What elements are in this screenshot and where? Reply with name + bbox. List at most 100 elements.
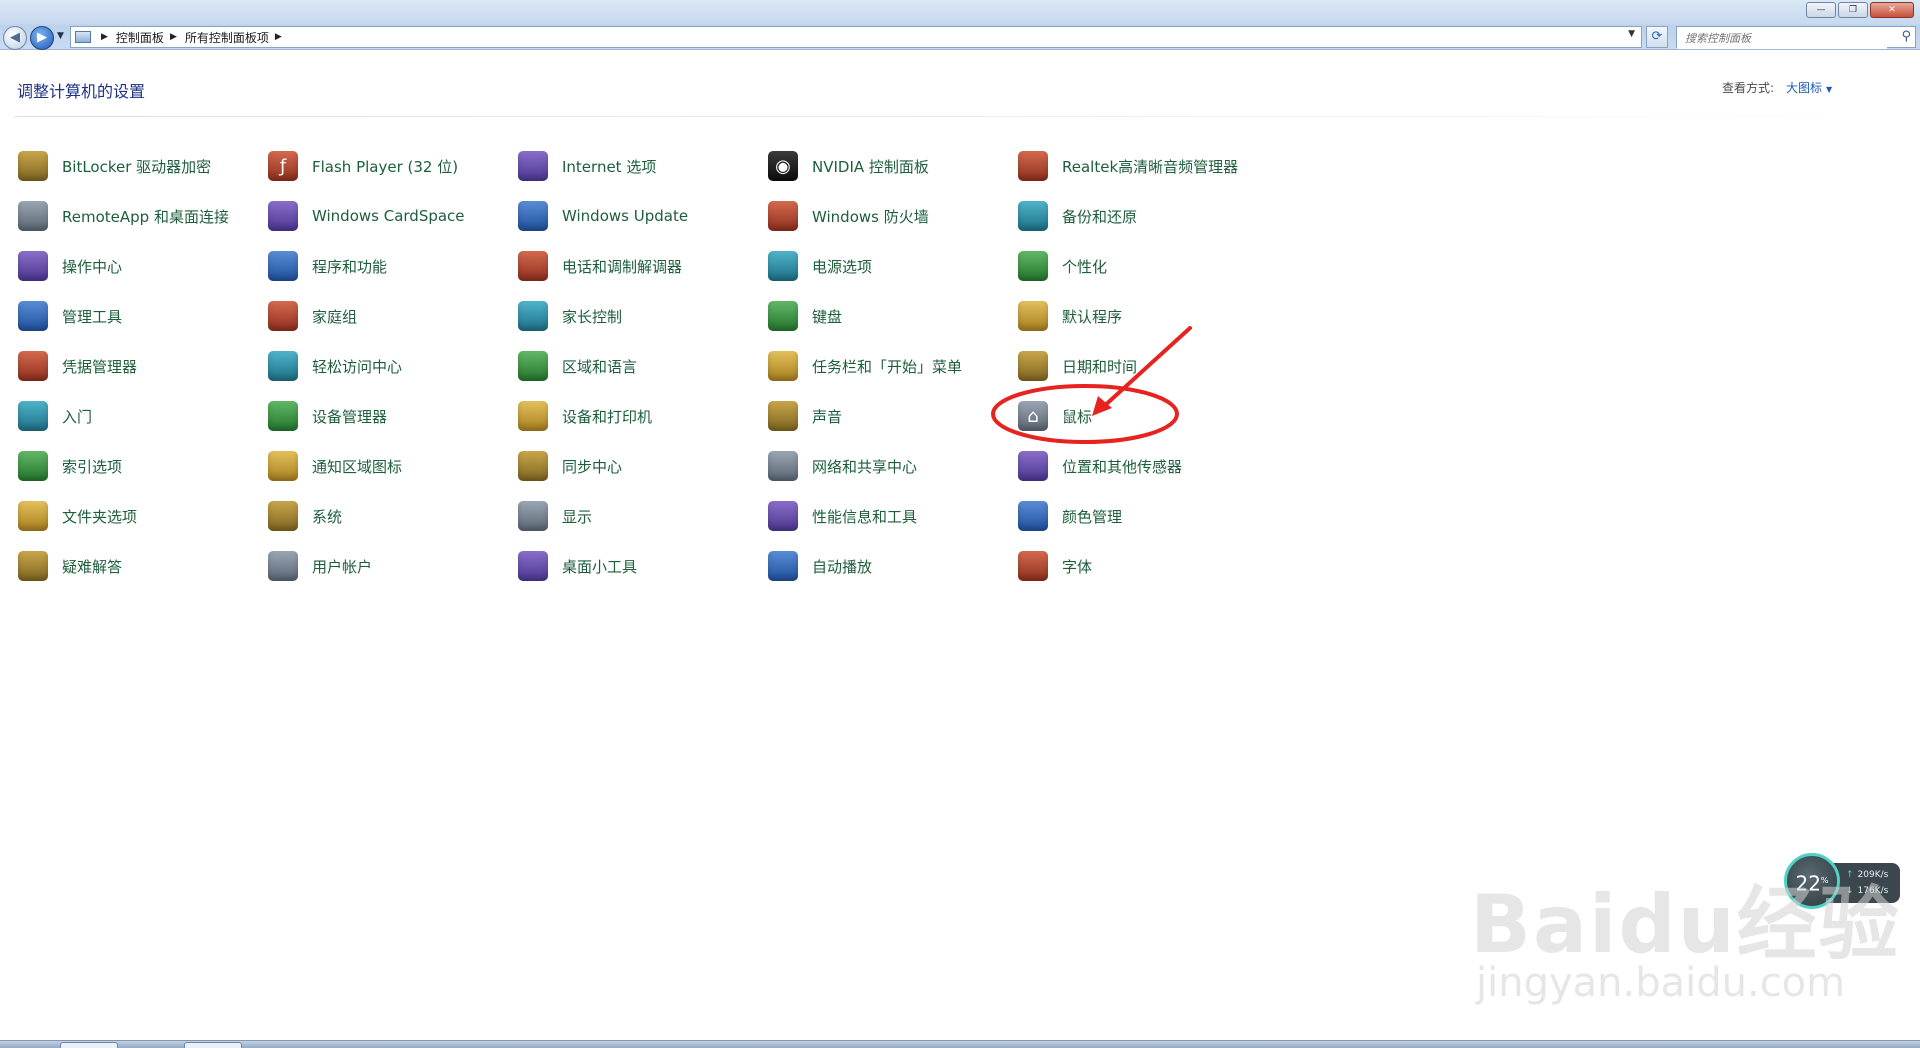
control-panel-item[interactable]: 个性化 — [1018, 246, 1258, 286]
control-panel-item-label[interactable]: 疑难解答 — [62, 556, 122, 577]
ease-of-access-icon[interactable] — [268, 351, 298, 381]
forward-button[interactable]: ▶ — [30, 26, 54, 50]
control-panel-item[interactable]: 性能信息和工具 — [768, 496, 1008, 536]
color-management-icon[interactable] — [1018, 501, 1048, 531]
refresh-button[interactable]: ⟳ — [1646, 26, 1668, 48]
breadcrumb-control-panel[interactable]: 控制面板 — [116, 29, 164, 46]
control-panel-item-label[interactable]: 个性化 — [1062, 256, 1107, 277]
cardspace-icon[interactable] — [268, 201, 298, 231]
bitlocker-icon[interactable] — [18, 151, 48, 181]
power-options-icon[interactable] — [768, 251, 798, 281]
control-panel-item-label[interactable]: 程序和功能 — [312, 256, 387, 277]
control-panel-item[interactable]: Realtek高清晰音频管理器 — [1018, 146, 1258, 186]
remoteapp-icon[interactable] — [18, 201, 48, 231]
parental-controls-icon[interactable] — [518, 301, 548, 331]
control-panel-item[interactable]: Windows Update — [518, 196, 758, 236]
personalization-icon[interactable] — [1018, 251, 1048, 281]
control-panel-item[interactable]: 轻松访问中心 — [268, 346, 508, 386]
control-panel-item-label[interactable]: 系统 — [312, 506, 342, 527]
flash-player-icon[interactable]: ƒ — [268, 151, 298, 181]
performance-icon[interactable] — [768, 501, 798, 531]
fonts-icon[interactable] — [1018, 551, 1048, 581]
homegroup-icon[interactable] — [268, 301, 298, 331]
control-panel-item[interactable]: 同步中心 — [518, 446, 758, 486]
chevron-down-icon[interactable]: ▼ — [1826, 85, 1832, 94]
control-panel-item-label[interactable]: 凭据管理器 — [62, 356, 137, 377]
control-panel-item-label[interactable]: 入门 — [62, 406, 92, 427]
action-center-icon[interactable] — [18, 251, 48, 281]
control-panel-item-label[interactable]: 日期和时间 — [1062, 356, 1137, 377]
control-panel-item[interactable]: 电源选项 — [768, 246, 1008, 286]
control-panel-item[interactable]: 区域和语言 — [518, 346, 758, 386]
firewall-icon[interactable] — [768, 201, 798, 231]
control-panel-item[interactable]: 设备管理器 — [268, 396, 508, 436]
control-panel-item-label[interactable]: 显示 — [562, 506, 592, 527]
control-panel-item-label[interactable]: 任务栏和「开始」菜单 — [812, 356, 962, 377]
breadcrumb-all-items[interactable]: 所有控制面板项 — [185, 29, 269, 46]
control-panel-item-label[interactable]: 家庭组 — [312, 306, 357, 327]
system-icon[interactable] — [268, 501, 298, 531]
network-sharing-icon[interactable] — [768, 451, 798, 481]
control-panel-item[interactable]: 电话和调制解调器 — [518, 246, 758, 286]
control-panel-item-label[interactable]: 轻松访问中心 — [312, 356, 402, 377]
control-panel-item[interactable]: 默认程序 — [1018, 296, 1258, 336]
sync-center-icon[interactable] — [518, 451, 548, 481]
control-panel-item[interactable]: ⌂ 鼠标 — [1018, 396, 1258, 436]
control-panel-item[interactable]: 字体 — [1018, 546, 1258, 586]
control-panel-item[interactable]: 家庭组 — [268, 296, 508, 336]
control-panel-item-label[interactable]: NVIDIA 控制面板 — [812, 156, 929, 177]
control-panel-item[interactable]: 声音 — [768, 396, 1008, 436]
control-panel-item-label[interactable]: Windows CardSpace — [312, 207, 465, 225]
control-panel-item[interactable]: 用户帐户 — [268, 546, 508, 586]
control-panel-item[interactable]: Windows 防火墙 — [768, 196, 1008, 236]
control-panel-item-label[interactable]: 区域和语言 — [562, 356, 637, 377]
control-panel-item[interactable]: 日期和时间 — [1018, 346, 1258, 386]
control-panel-item-label[interactable]: 索引选项 — [62, 456, 122, 477]
internet-options-icon[interactable] — [518, 151, 548, 181]
control-panel-item[interactable]: 位置和其他传感器 — [1018, 446, 1258, 486]
address-dropdown-icon[interactable]: ▼ — [1628, 29, 1635, 39]
view-by-dropdown[interactable]: 大图标 ▼ — [1786, 79, 1832, 96]
recent-pages-dropdown[interactable]: ▼ — [57, 31, 64, 41]
sound-icon[interactable] — [768, 401, 798, 431]
region-language-icon[interactable] — [518, 351, 548, 381]
control-panel-item-label[interactable]: 网络和共享中心 — [812, 456, 917, 477]
taskbar-start-icon[interactable] — [768, 351, 798, 381]
control-panel-item[interactable]: RemoteApp 和桌面连接 — [18, 196, 258, 236]
control-panel-item-label[interactable]: 家长控制 — [562, 306, 622, 327]
control-panel-item-label[interactable]: Windows Update — [562, 207, 688, 225]
control-panel-item[interactable]: 文件夹选项 — [18, 496, 258, 536]
display-icon[interactable] — [518, 501, 548, 531]
control-panel-item-label[interactable]: 操作中心 — [62, 256, 122, 277]
control-panel-item[interactable]: 疑难解答 — [18, 546, 258, 586]
taskbar-button[interactable] — [60, 1042, 118, 1048]
control-panel-item[interactable]: 备份和还原 — [1018, 196, 1258, 236]
mouse-icon[interactable]: ⌂ — [1018, 401, 1048, 431]
control-panel-item-label[interactable]: 备份和还原 — [1062, 206, 1137, 227]
control-panel-item-label[interactable]: 电话和调制解调器 — [562, 256, 682, 277]
control-panel-item-label[interactable]: 声音 — [812, 406, 842, 427]
control-panel-item[interactable]: ◉ NVIDIA 控制面板 — [768, 146, 1008, 186]
close-button[interactable]: ✕ — [1870, 2, 1914, 18]
notification-icons-icon[interactable] — [268, 451, 298, 481]
control-panel-item[interactable]: 设备和打印机 — [518, 396, 758, 436]
control-panel-item-label[interactable]: 文件夹选项 — [62, 506, 137, 527]
control-panel-item[interactable]: 键盘 — [768, 296, 1008, 336]
address-bar[interactable]: ▶ 控制面板 ▶ 所有控制面板项 ▶ ▼ — [70, 26, 1642, 48]
search-input[interactable] — [1677, 28, 1887, 49]
search-icon[interactable]: ⚲ — [1901, 29, 1911, 44]
control-panel-item[interactable]: 颜色管理 — [1018, 496, 1258, 536]
breadcrumb-separator-icon[interactable]: ▶ — [101, 32, 108, 42]
gadgets-icon[interactable] — [518, 551, 548, 581]
folder-options-icon[interactable] — [18, 501, 48, 531]
control-panel-item[interactable]: 凭据管理器 — [18, 346, 258, 386]
control-panel-item-label[interactable]: 管理工具 — [62, 306, 122, 327]
control-panel-item[interactable]: 自动播放 — [768, 546, 1008, 586]
nvidia-icon[interactable]: ◉ — [768, 151, 798, 181]
control-panel-item-label[interactable]: 自动播放 — [812, 556, 872, 577]
control-panel-item[interactable]: 家长控制 — [518, 296, 758, 336]
breadcrumb-separator-icon[interactable]: ▶ — [170, 32, 177, 42]
control-panel-item-label[interactable]: 设备管理器 — [312, 406, 387, 427]
control-panel-item-label[interactable]: BitLocker 驱动器加密 — [62, 156, 211, 177]
control-panel-item[interactable]: 显示 — [518, 496, 758, 536]
